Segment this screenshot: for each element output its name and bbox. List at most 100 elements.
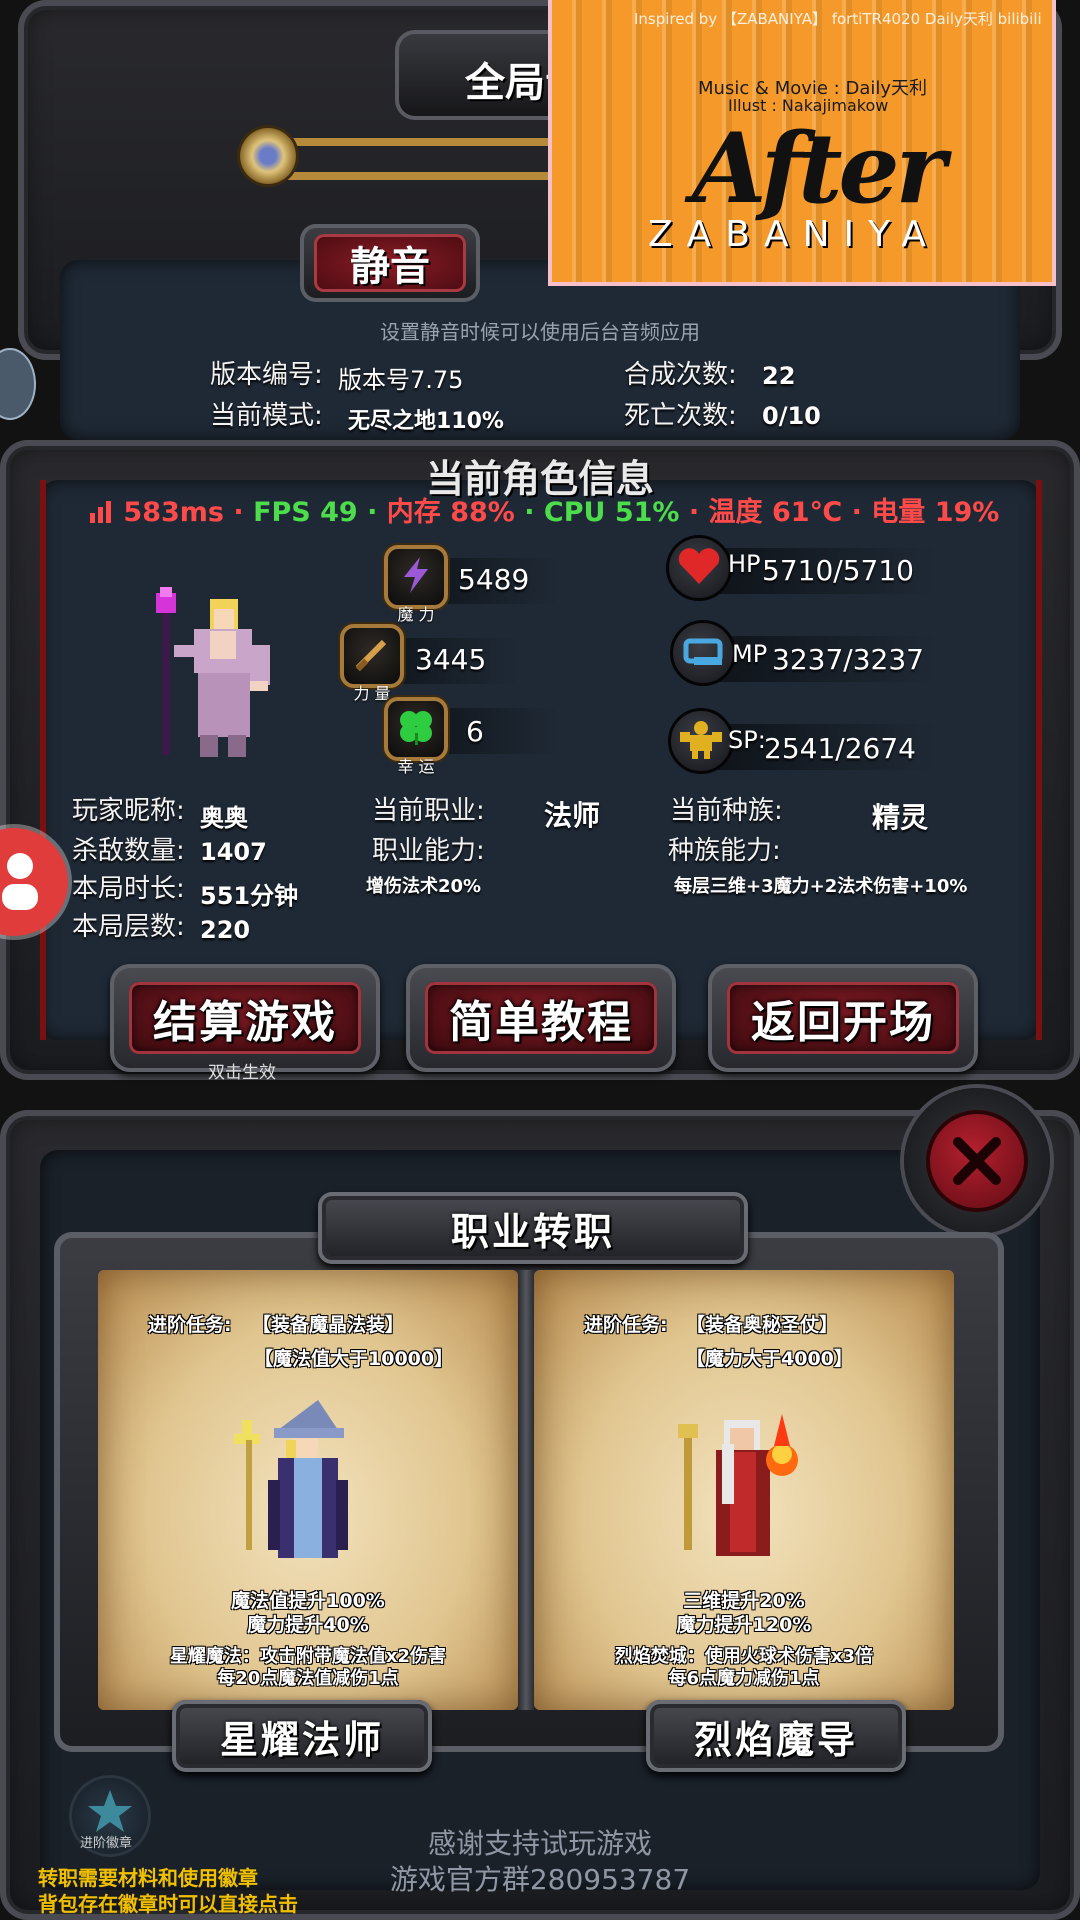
perf-ping: 583ms [123,497,224,528]
starlight-mage-sprite [228,1400,368,1574]
class-change-title: 职业转职 [318,1192,748,1264]
settle-game-button[interactable]: 结算游戏 [110,964,380,1072]
tip-text: 背包存在徽章时可以直接点击 [38,1892,298,1916]
magic-badge: 魔 力 [384,545,448,624]
magic-value: 5489 [458,563,530,596]
scroll-divider [518,1270,534,1710]
race-ability-value: 每层三维+3魔力+2法术伤害+10% [674,876,968,897]
job-ability-value: 增伤法术20% [366,876,482,897]
mode-label: 当前模式: [210,401,323,431]
mp-label: MP [732,640,768,668]
settle-hint: 双击生效 [208,1063,276,1083]
sp-value: 2541/2674 [764,732,916,765]
mute-button[interactable]: 静音 [300,224,480,302]
left-red-trim [40,480,46,1040]
task-requirement: 【魔力大于4000】 [686,1348,853,1370]
flame-mage-name: 烈焰魔导 [693,1717,858,1762]
death-value: 0/10 [762,402,821,430]
race-value: 精灵 [872,801,929,834]
job-ability-label: 职业能力: [372,836,485,866]
skill-text: 每6点魔力减伤1点 [668,1668,820,1689]
magic-label: 魔 力 [397,605,435,624]
class-option-flame[interactable]: 进阶任务: 【装备奥秘圣仗】 【魔力大于4000】 三维提升20% 魔力提升12… [534,1270,954,1710]
job-label: 当前职业: [372,796,485,826]
task-label: 进阶任务: [584,1314,668,1336]
floor-value: 220 [200,916,251,944]
starlight-mage-name: 星耀法师 [219,1717,384,1762]
sp-label: SP: [728,726,766,754]
nickname-label: 玩家昵称: [72,796,185,826]
hp-badge [666,535,732,601]
hp-value: 5710/5710 [762,554,914,587]
volume-slider-knob[interactable] [240,128,296,184]
race-label: 当前种族: [670,796,783,826]
right-red-trim [1036,480,1042,1040]
lightning-icon [398,555,434,599]
kills-label: 杀敌数量: [72,836,185,866]
perf-sep: · [688,497,700,528]
mp-badge [670,620,736,686]
signal-icon [88,499,114,523]
perf-sep: · [851,497,862,528]
mp-value: 3237/3237 [772,643,924,676]
version-label: 版本编号: [210,360,323,390]
strength-label: 力 量 [353,684,391,703]
nickname-value: 奥奥 [200,804,248,832]
strength-badge: 力 量 [340,624,404,703]
time-label: 本局时长: [72,874,185,904]
settings-panel-inner [60,260,1020,440]
luck-badge: 幸 运 [384,697,448,776]
perf-overlay: 583ms · FPS 49 · 内存 88% · CPU 51% · 温度 6… [88,490,999,529]
task-label: 进阶任务: [148,1314,232,1336]
video-overlay[interactable]: Inspired by 【ZABANIYA】 fortiTR4020 Daily… [548,0,1056,286]
character-sprite [150,585,290,770]
tutorial-label: 简单教程 [449,997,633,1048]
craft-value: 22 [762,362,796,390]
volume-slider[interactable] [240,128,580,188]
version-value: 版本号7.75 [338,366,464,394]
back-to-start-label: 返回开场 [751,997,935,1048]
race-ability-label: 种族能力: [668,836,781,866]
video-logo: After [692,112,946,225]
clover-icon [396,707,436,751]
back-to-start-button[interactable]: 返回开场 [708,964,978,1072]
class-option-starlight[interactable]: 进阶任务: 【装备魔晶法装】 【魔法值大于10000】 魔法值提升100% 魔力… [98,1270,518,1710]
close-button[interactable] [904,1088,1050,1234]
task-requirement: 【装备奥秘圣仗】 [686,1314,839,1336]
task-requirement: 【装备魔晶法装】 [252,1314,405,1336]
bonus-text: 魔力提升40% [247,1614,369,1636]
tutorial-button[interactable]: 简单教程 [406,964,676,1072]
mute-button-label: 静音 [350,244,430,290]
perf-mem: 内存 88% [386,497,515,528]
flame-mage-button[interactable]: 烈焰魔导 [646,1700,906,1772]
mute-hint: 设置静音时候可以使用后台音频应用 [380,320,700,344]
time-value: 551分钟 [200,882,299,910]
flame-mage-sprite [664,1400,804,1574]
mode-value: 无尽之地110% [348,409,504,434]
bonus-text: 魔力提升120% [676,1614,812,1636]
perf-battery: 电量 19% [871,497,1000,528]
perf-temp: 温度 61℃ [708,497,843,528]
video-credit: Inspired by 【ZABANIYA】 fortiTR4020 Daily… [634,10,1042,28]
perf-sep: · [524,497,535,528]
kills-value: 1407 [200,838,267,866]
perf-sep: · [233,497,244,528]
perf-fps: FPS 49 [253,497,358,528]
thanks-text: 感谢支持试玩游戏 [427,1827,652,1860]
bonus-text: 三维提升20% [683,1590,805,1612]
hp-label: HP [728,550,761,578]
tip-text: 转职需要材料和使用徽章 [38,1866,258,1890]
bonus-text: 魔法值提升100% [231,1590,385,1612]
user-icon [0,850,40,918]
death-label: 死亡次数: [624,401,737,431]
job-value: 法师 [544,799,601,832]
floating-assist-icon[interactable] [0,350,34,418]
heart-icon [676,546,722,590]
close-icon [950,1134,1004,1192]
craft-label: 合成次数: [624,360,737,390]
video-logo-sub: ZABANIYA [648,214,940,255]
luck-value: 6 [466,715,484,748]
skill-text: 每20点魔法值减伤1点 [217,1668,399,1689]
starlight-mage-button[interactable]: 星耀法师 [172,1700,432,1772]
strength-value: 3445 [415,643,487,676]
